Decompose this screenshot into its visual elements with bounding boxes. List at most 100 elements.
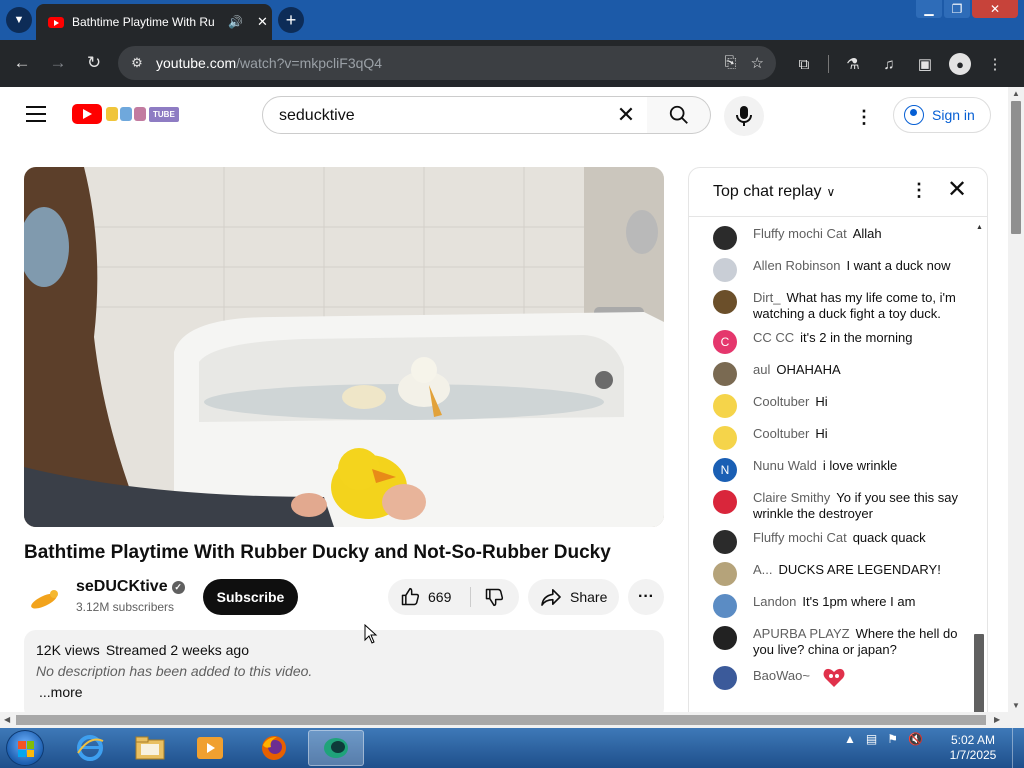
- browser-tab-active[interactable]: Bathtime Playtime With Ru 🔊 ✕: [36, 4, 272, 40]
- scroll-down-icon[interactable]: ▼: [1012, 701, 1020, 710]
- tab-close-icon[interactable]: ✕: [257, 14, 268, 30]
- more-actions-button[interactable]: ···: [628, 579, 664, 615]
- scroll-up-icon[interactable]: ▲: [1012, 89, 1020, 98]
- chat-author[interactable]: A...: [753, 562, 773, 577]
- chat-author[interactable]: Nunu Wald: [753, 458, 817, 473]
- audio-icon[interactable]: 🔊: [228, 15, 243, 29]
- chat-avatar[interactable]: [713, 362, 737, 386]
- sign-in-button[interactable]: Sign in: [893, 97, 991, 133]
- youtube-logo[interactable]: TUBE: [72, 104, 179, 124]
- scroll-right-icon[interactable]: ▶: [994, 715, 1000, 724]
- chat-avatar[interactable]: C: [713, 330, 737, 354]
- profile-icon[interactable]: ●: [949, 53, 971, 75]
- subscribe-button[interactable]: Subscribe: [203, 579, 298, 615]
- chat-author[interactable]: Dirt_: [753, 290, 780, 305]
- chat-message: C CC CC it's 2 in the morning: [689, 326, 973, 358]
- chat-author[interactable]: Landon: [753, 594, 796, 609]
- chat-avatar[interactable]: [713, 290, 737, 314]
- chat-mode-dropdown[interactable]: Top chat replay ∨: [713, 183, 835, 201]
- browser-menu-icon[interactable]: ⋮: [983, 52, 1007, 76]
- chat-close-icon[interactable]: ✕: [947, 178, 967, 202]
- video-player[interactable]: [24, 167, 664, 527]
- video-title: Bathtime Playtime With Rubber Ducky and …: [24, 542, 611, 563]
- volume-muted-icon[interactable]: 🔇: [908, 732, 923, 746]
- chat-avatar[interactable]: [713, 530, 737, 554]
- scroll-left-icon[interactable]: ◀: [4, 715, 10, 724]
- sidebar-icon[interactable]: ▣: [913, 52, 937, 76]
- chat-scrollbar[interactable]: ▲: [972, 222, 987, 712]
- voice-search-button[interactable]: [724, 96, 764, 136]
- page-vertical-scrollbar[interactable]: ▲ ▼: [1008, 87, 1024, 712]
- back-icon[interactable]: ←: [11, 52, 33, 74]
- chat-author[interactable]: Cooltuber: [753, 394, 809, 409]
- chat-author[interactable]: aul: [753, 362, 770, 377]
- window-close-button[interactable]: ✕: [972, 0, 1018, 18]
- search-input[interactable]: seducktive ✕: [262, 96, 648, 134]
- url-text[interactable]: youtube.com/watch?v=mkpcliF3qQ4: [156, 55, 382, 71]
- chat-menu-icon[interactable]: ⋮: [910, 180, 928, 201]
- chat-author[interactable]: Cooltuber: [753, 426, 809, 441]
- dislike-button[interactable]: [476, 579, 512, 615]
- system-tray: ▲ ▤ ⚑ 🔇: [844, 732, 923, 746]
- chat-scroll-thumb[interactable]: [974, 634, 984, 712]
- start-button[interactable]: [6, 730, 44, 766]
- hamburger-icon[interactable]: [26, 106, 46, 122]
- chat-avatar[interactable]: [713, 626, 737, 650]
- tab-search-button[interactable]: ▼: [6, 7, 32, 33]
- file-explorer-icon[interactable]: [122, 730, 178, 766]
- media-icon[interactable]: ♫: [877, 52, 901, 76]
- chat-avatar[interactable]: [713, 394, 737, 418]
- show-more-link[interactable]: ...more: [36, 684, 652, 700]
- internet-explorer-icon[interactable]: [62, 730, 118, 766]
- chat-author[interactable]: BaoWao~: [753, 668, 810, 683]
- address-bar[interactable]: ⚙ youtube.com/watch?v=mkpcliF3qQ4 ⎘ ☆: [118, 46, 776, 80]
- network-icon[interactable]: ▤: [866, 732, 877, 746]
- channel-name[interactable]: seDUCKtive ✓: [76, 578, 185, 596]
- video-stats: 12K views Streamed 2 weeks ago: [36, 642, 652, 658]
- chat-author[interactable]: Fluffy mochi Cat: [753, 530, 847, 545]
- chat-author[interactable]: CC CC: [753, 330, 794, 345]
- chat-avatar[interactable]: [713, 562, 737, 586]
- site-info-icon[interactable]: ⚙: [128, 54, 146, 72]
- description-box[interactable]: 12K views Streamed 2 weeks ago No descrip…: [24, 630, 664, 712]
- chat-text: It's 1pm where I am: [802, 594, 916, 609]
- active-app-icon[interactable]: [308, 730, 364, 766]
- action-center-flag-icon[interactable]: ⚑: [887, 732, 898, 746]
- extensions-icon[interactable]: ⧉: [792, 52, 816, 76]
- forward-icon[interactable]: →: [47, 52, 69, 74]
- install-icon[interactable]: ⎘: [725, 54, 737, 72]
- chat-author[interactable]: Allen Robinson: [753, 258, 840, 273]
- labs-icon[interactable]: ⚗: [841, 52, 865, 76]
- chat-author[interactable]: Fluffy mochi Cat: [753, 226, 847, 241]
- horizontal-scroll-thumb[interactable]: [16, 715, 986, 725]
- chat-avatar[interactable]: [713, 490, 737, 514]
- bookmark-star-icon[interactable]: ☆: [751, 54, 764, 72]
- taskbar-clock[interactable]: 5:02 AM 1/7/2025: [944, 733, 1002, 763]
- channel-avatar[interactable]: [24, 579, 64, 619]
- new-tab-button[interactable]: +: [278, 7, 304, 33]
- minimize-button[interactable]: ▁: [916, 0, 942, 18]
- chat-avatar[interactable]: [713, 666, 737, 690]
- channel-name-text: seDUCKtive: [76, 578, 168, 595]
- chat-avatar[interactable]: N: [713, 458, 737, 482]
- clear-search-icon[interactable]: ✕: [613, 102, 639, 128]
- reload-icon[interactable]: ↻: [83, 52, 105, 74]
- page-horizontal-scrollbar[interactable]: ◀ ▶: [0, 712, 1024, 728]
- share-button[interactable]: Share: [528, 579, 619, 615]
- tray-expand-icon[interactable]: ▲: [844, 732, 856, 746]
- restore-button[interactable]: ❐: [944, 0, 970, 18]
- search-button[interactable]: [647, 96, 711, 134]
- settings-more-icon[interactable]: ⋮: [852, 105, 876, 129]
- media-player-icon[interactable]: [182, 730, 238, 766]
- show-desktop-button[interactable]: [1012, 728, 1024, 768]
- chat-avatar[interactable]: [713, 426, 737, 450]
- page-scroll-thumb[interactable]: [1011, 101, 1021, 234]
- chat-author[interactable]: Claire Smithy: [753, 490, 830, 505]
- firefox-icon[interactable]: [246, 730, 302, 766]
- chat-avatar[interactable]: [713, 226, 737, 250]
- chat-scroll-up-icon[interactable]: ▲: [976, 224, 983, 231]
- chat-avatar[interactable]: [713, 258, 737, 282]
- chat-avatar[interactable]: [713, 594, 737, 618]
- chat-author[interactable]: APURBA PLAYZ: [753, 626, 850, 641]
- like-button[interactable]: 669: [388, 579, 470, 615]
